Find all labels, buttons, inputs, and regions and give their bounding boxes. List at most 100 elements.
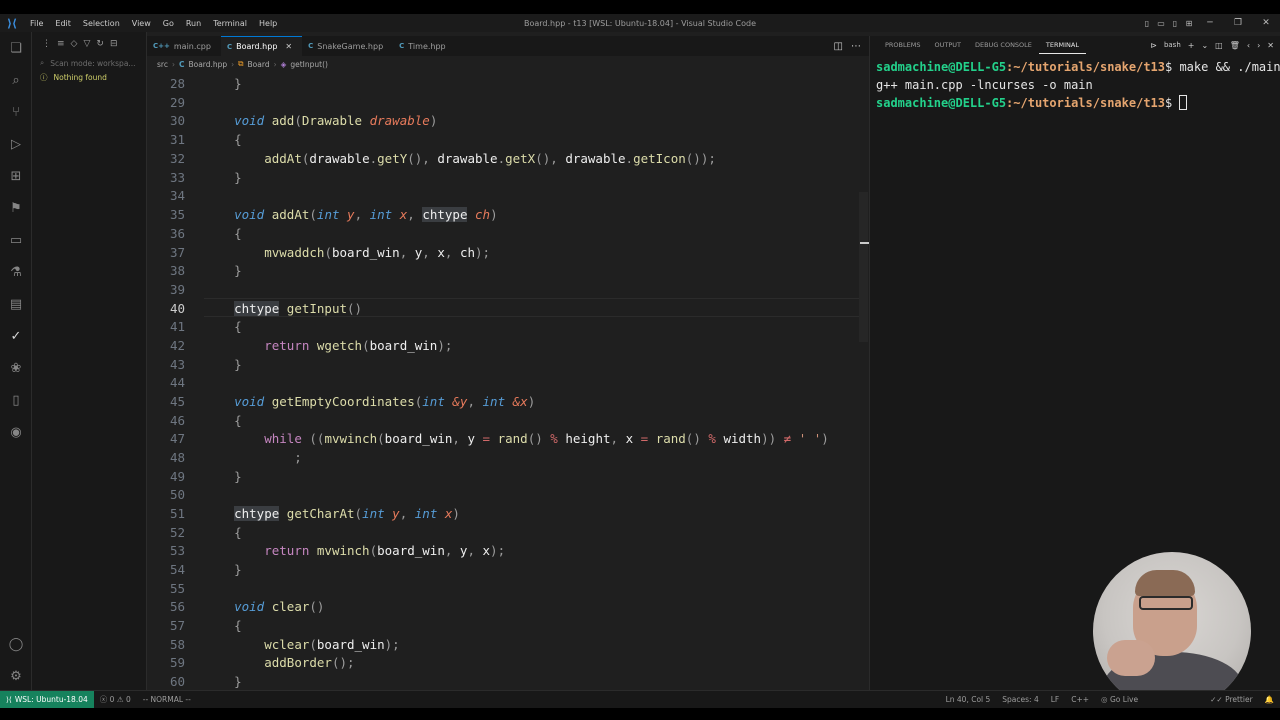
restore-icon[interactable]: ❐ (1224, 18, 1252, 28)
menu-selection[interactable]: Selection (77, 19, 126, 28)
trash-icon[interactable]: 🗑 (1230, 41, 1240, 50)
toggle-sidebar-icon[interactable]: ▯ (1140, 19, 1154, 28)
tab-label: main.cpp (173, 41, 211, 51)
menu-help[interactable]: Help (253, 19, 283, 28)
prettier-button[interactable]: ✓✓ Prettier (1204, 695, 1259, 704)
tab-problems[interactable]: PROBLEMS (878, 36, 927, 54)
tag-icon[interactable]: ◇ (71, 39, 78, 49)
scan-mode-label: Scan mode: workspa... (50, 58, 136, 68)
code-line: 47 while ((mvwinch(board_win, y = rand()… (169, 431, 829, 446)
close-tab-icon[interactable]: ✕ (285, 42, 292, 51)
breadcrumb-folder[interactable]: src (157, 60, 168, 69)
method-icon: ◈ (280, 59, 287, 69)
run-debug-icon[interactable]: ▷ (0, 132, 32, 156)
bookmarks-icon[interactable]: ⚑ (0, 196, 32, 220)
menu-view[interactable]: View (126, 19, 157, 28)
remote-explorer-icon[interactable]: ▭ (0, 228, 32, 252)
editor-tab-bar: C++ main.cpp C Board.hpp ✕ C SnakeGame.h… (147, 36, 869, 56)
end-of-line[interactable]: LF (1045, 695, 1066, 704)
collapse-icon[interactable]: ⊟ (110, 39, 118, 49)
new-terminal-icon[interactable]: + (1188, 41, 1195, 50)
nothing-found-row[interactable]: ⓘ Nothing found (32, 70, 146, 84)
menu-bar: File Edit Selection View Go Run Terminal… (24, 19, 283, 28)
menu-run[interactable]: Run (180, 19, 207, 28)
language-mode[interactable]: C++ (1065, 695, 1095, 704)
tab-label: Time.hpp (408, 41, 446, 51)
code-line: 45 void getEmptyCoordinates(int &y, int … (169, 394, 536, 409)
nothing-found-label: Nothing found (53, 72, 107, 82)
tree-view-icon[interactable]: ⋮ (42, 39, 51, 49)
chevron-right-icon[interactable]: › (1257, 41, 1260, 50)
split-editor-icon[interactable]: ◫ (834, 41, 843, 52)
code-line: 38 } (169, 263, 242, 278)
terminal-output[interactable]: sadmachine@DELL-G5:~/tutorials/snake/t13… (870, 58, 1280, 112)
split-terminal-icon[interactable]: ◫ (1215, 41, 1223, 50)
testing-icon[interactable]: ⚗ (0, 260, 32, 284)
extensions-icon[interactable]: ⊞ (0, 164, 32, 188)
cpp-file-icon: C++ (153, 42, 170, 50)
code-line: 59 addBorder(); (169, 655, 355, 670)
indentation[interactable]: Spaces: 4 (996, 695, 1044, 704)
menu-file[interactable]: File (24, 19, 49, 28)
explorer-icon[interactable]: ❏ (0, 36, 32, 60)
info-icon: ⓘ (40, 72, 48, 82)
problems-indicator[interactable]: ⓧ 0 ⚠ 0 (94, 694, 137, 705)
cursor-position[interactable]: Ln 40, Col 5 (940, 695, 997, 704)
todo-tree-icon[interactable]: ✓ (0, 324, 32, 348)
code-line: 53 return mvwinch(board_win, y, x); (169, 543, 506, 558)
search-icon[interactable]: ⌕ (0, 68, 32, 92)
menu-go[interactable]: Go (157, 19, 180, 28)
customize-layout-icon[interactable]: ⊞ (1182, 19, 1196, 28)
code-line: 48 ; (169, 450, 302, 465)
scan-mode-row[interactable]: ⌕ Scan mode: workspa... (32, 56, 146, 70)
breadcrumb-symbol[interactable]: getInput() (290, 60, 328, 69)
refresh-icon[interactable]: ↻ (96, 39, 104, 49)
chevron-down-icon[interactable]: ⌄ (1201, 41, 1208, 50)
tab-label: Board.hpp (236, 42, 278, 51)
close-panel-icon[interactable]: ✕ (1267, 41, 1274, 50)
menu-terminal[interactable]: Terminal (207, 19, 253, 28)
code-line: 51 chtype getCharAt(int y, int x) (169, 506, 460, 521)
terminal-prompt-line: sadmachine@DELL-G5:~/tutorials/snake/t13… (876, 94, 1280, 112)
breadcrumb-file[interactable]: Board.hpp (188, 60, 227, 69)
remote-label: WSL: Ubuntu-18.04 (14, 695, 88, 704)
error-icon: ⓧ (99, 695, 108, 704)
tab-terminal[interactable]: TERMINAL (1038, 36, 1086, 54)
filter-icon[interactable]: ▽ (83, 39, 90, 49)
close-window-icon[interactable]: ✕ (1252, 18, 1280, 28)
menu-edit[interactable]: Edit (49, 19, 77, 28)
tab-time-hpp[interactable]: C Time.hpp (393, 36, 456, 56)
github-icon[interactable]: ◉ (0, 420, 32, 444)
notifications-icon[interactable]: 🔔 (1259, 695, 1280, 704)
toggle-secondary-sidebar-icon[interactable]: ▯ (1168, 19, 1182, 28)
code-editor[interactable]: 28 } 29 30 void add(Drawable drawable) 3… (147, 72, 869, 690)
vscode-logo-icon: ⟩⟨ (6, 16, 18, 30)
folder-icon[interactable]: ▤ (0, 292, 32, 316)
more-actions-icon[interactable]: ⋯ (851, 41, 861, 52)
device-icon[interactable]: ▯ (0, 388, 32, 412)
chevron-left-icon[interactable]: ‹ (1247, 41, 1250, 50)
account-icon[interactable]: ◯ (0, 632, 32, 656)
sidebar-toolbar: ⋮ ≡ ◇ ▽ ↻ ⊟ (32, 32, 146, 56)
tab-snakegame-hpp[interactable]: C SnakeGame.hpp (302, 36, 393, 56)
header-file-icon: C (178, 59, 185, 69)
shell-name[interactable]: bash (1164, 41, 1181, 49)
code-line: 29 (169, 95, 185, 110)
code-line: 54 } (169, 562, 242, 577)
settings-gear-icon[interactable]: ⚙ (0, 664, 32, 688)
tab-output[interactable]: OUTPUT (927, 36, 968, 54)
minimize-icon[interactable]: ─ (1196, 18, 1224, 28)
editor-actions: ◫ ⋯ (834, 36, 861, 56)
tab-debug-console[interactable]: DEBUG CONSOLE (968, 36, 1039, 54)
source-control-icon[interactable]: ⑂ (0, 100, 32, 124)
header-file-icon: C (226, 42, 233, 51)
toggle-panel-icon[interactable]: ▭ (1154, 19, 1168, 28)
paw-icon[interactable]: ❀ (0, 356, 32, 380)
tab-board-hpp[interactable]: C Board.hpp ✕ (220, 36, 303, 56)
tab-main-cpp[interactable]: C++ main.cpp (147, 36, 221, 56)
code-line: 41 { (169, 319, 242, 334)
breadcrumb-class[interactable]: Board (248, 60, 270, 69)
list-icon[interactable]: ≡ (57, 39, 65, 49)
remote-indicator[interactable]: ⟩⟨ WSL: Ubuntu-18.04 (0, 691, 94, 708)
go-live-button[interactable]: ◎ Go Live (1095, 695, 1144, 704)
